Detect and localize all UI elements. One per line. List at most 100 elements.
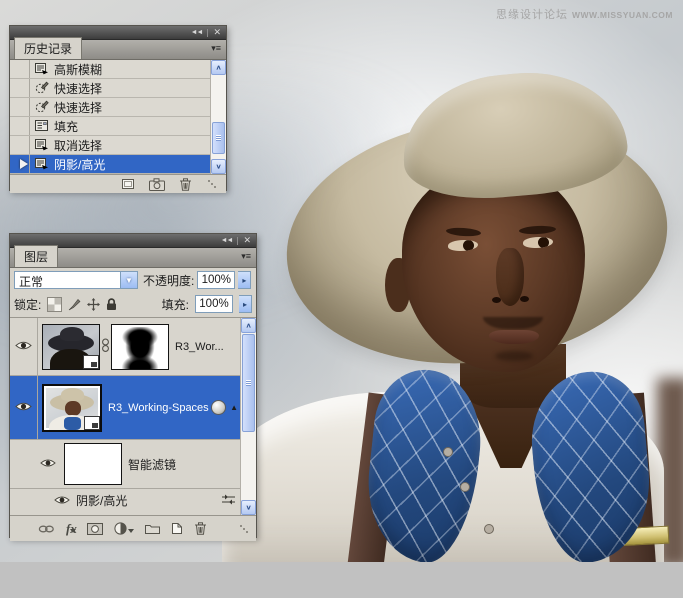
opacity-spin-icon[interactable]: ▸ — [238, 271, 252, 289]
history-brush-source-cell[interactable] — [10, 117, 30, 135]
adjustment-layer-icon[interactable] — [114, 521, 134, 536]
watermark-url: WWW.MISSYUAN.COM — [571, 10, 673, 20]
smart-filters-label[interactable]: 智能滤镜 — [128, 456, 176, 473]
panel-resize-grip[interactable] — [208, 180, 216, 188]
visibility-cell[interactable] — [10, 318, 38, 375]
history-state-row[interactable]: 取消选择 — [10, 136, 210, 155]
link-layers-icon[interactable] — [38, 524, 55, 534]
chevron-down-icon — [69, 529, 76, 536]
smart-filter-badge-icon[interactable] — [211, 400, 227, 415]
history-brush-source-cell[interactable] — [10, 60, 30, 78]
watermark-site: 思缘设计论坛 — [495, 9, 568, 21]
delete-state-trash-icon[interactable] — [179, 177, 192, 191]
history-state-label: 取消选择 — [54, 138, 103, 153]
eye-icon[interactable] — [40, 457, 56, 471]
history-state-row-selected[interactable]: 阴影/高光 — [10, 155, 210, 174]
collapse-icon[interactable]: ◄◄ — [221, 237, 234, 244]
pasteboard — [0, 562, 683, 598]
quick-select-icon — [30, 79, 54, 97]
blend-mode-select[interactable]: 正常 ▼ — [14, 271, 138, 289]
blend-mode-value: 正常 — [19, 275, 44, 289]
opacity-field[interactable]: 100% — [197, 271, 236, 289]
shirt-button — [443, 447, 453, 457]
history-state-row[interactable]: 填充 — [10, 117, 210, 136]
fill-field[interactable]: 100% — [195, 295, 233, 313]
new-document-from-state-icon[interactable] — [122, 178, 135, 190]
delete-layer-trash-icon[interactable] — [194, 522, 207, 535]
filter-blend-options-icon[interactable] — [221, 494, 236, 508]
history-state-row[interactable]: 快速选择 — [10, 79, 210, 98]
new-snapshot-camera-icon[interactable] — [149, 177, 165, 191]
opacity-label: 不透明度: — [143, 273, 195, 288]
close-icon[interactable]: ✕ — [243, 236, 251, 245]
history-scrollbar[interactable]: ∧ ∨ — [210, 60, 226, 174]
eye-icon[interactable] — [15, 401, 32, 415]
layers-bottom-bar: fx — [10, 515, 256, 541]
layer-name[interactable]: R3_Wor... — [175, 341, 224, 353]
dialog-state-icon — [30, 60, 54, 78]
new-layer-icon[interactable] — [171, 522, 183, 535]
blend-row: 正常 ▼ 不透明度: 100% ▸ — [10, 268, 256, 292]
layer-row-selected[interactable]: R3_Working-Spaces ▲ — [10, 376, 240, 440]
eye-icon[interactable] — [54, 494, 70, 508]
fill-spin-icon[interactable]: ▸ — [239, 295, 252, 313]
layer-style-fx-icon[interactable]: fx — [66, 521, 77, 536]
history-brush-source-cell[interactable] — [10, 136, 30, 154]
history-state-row[interactable]: 快速选择 — [10, 98, 210, 117]
scroll-up-icon[interactable]: ∧ — [211, 60, 226, 75]
scrollbar-grip — [216, 135, 221, 141]
add-layer-mask-icon[interactable] — [86, 522, 103, 535]
watermark: 思缘设计论坛 WWW.MISSYUAN.COM — [496, 6, 673, 22]
tab-layers[interactable]: 图层 — [14, 245, 59, 267]
filter-item-row[interactable]: 阴影/高光 — [10, 489, 240, 512]
dialog-state-icon — [30, 155, 54, 173]
eye-icon[interactable] — [15, 340, 32, 354]
chevron-down-icon[interactable]: ▼ — [120, 272, 137, 288]
panel-resize-grip[interactable] — [240, 524, 248, 533]
new-group-folder-icon[interactable] — [144, 523, 160, 534]
titlebar-divider — [207, 28, 209, 37]
filter-mask-thumbnail[interactable] — [64, 443, 122, 485]
history-brush-source-cell[interactable] — [10, 155, 30, 173]
current-state-pointer-icon[interactable] — [20, 159, 33, 169]
tab-history[interactable]: 历史记录 — [14, 37, 83, 59]
collapse-icon[interactable]: ◄◄ — [191, 29, 204, 36]
scroll-down-icon[interactable]: ∨ — [211, 159, 226, 174]
mask-link-icon[interactable] — [101, 338, 110, 356]
smart-object-badge-icon — [83, 354, 99, 369]
panel-menu-icon[interactable]: ▾≡ — [241, 252, 251, 261]
quick-select-icon — [30, 98, 54, 116]
layer-thumbnail[interactable] — [42, 383, 102, 432]
nostril-left — [492, 297, 501, 303]
layer-mask-thumbnail[interactable] — [111, 323, 169, 370]
filter-name[interactable]: 阴影/高光 — [76, 492, 221, 509]
history-tabrow: 历史记录 ▾≡ — [10, 37, 226, 60]
close-icon[interactable]: ✕ — [213, 28, 221, 37]
layers-scrollbar[interactable]: ∧ ∨ — [240, 318, 256, 515]
chevron-down-icon — [127, 529, 134, 536]
scroll-down-icon[interactable]: ∨ — [241, 500, 256, 515]
scrollbar-thumb[interactable] — [242, 334, 255, 432]
smart-filters-row[interactable]: 智能滤镜 — [10, 440, 240, 489]
lock-transparency-icon[interactable] — [47, 296, 63, 312]
scrollbar-thumb[interactable] — [212, 122, 225, 154]
panel-menu-icon[interactable]: ▾≡ — [211, 44, 221, 53]
history-brush-source-cell[interactable] — [10, 79, 30, 97]
fill-label: 填充: — [161, 297, 189, 312]
history-brush-source-cell[interactable] — [10, 98, 30, 116]
history-state-label: 填充 — [54, 119, 79, 134]
lock-paint-brush-icon[interactable] — [68, 298, 81, 311]
lock-position-move-icon[interactable] — [87, 297, 101, 311]
layer-name[interactable]: R3_Working-Spaces — [108, 402, 211, 414]
history-state-label: 快速选择 — [54, 81, 103, 96]
scroll-up-icon[interactable]: ∧ — [241, 318, 256, 333]
layer-row[interactable]: R3_Wor... — [10, 318, 240, 376]
smart-filter-expand-icon[interactable]: ▲ — [230, 403, 238, 412]
history-list: 高斯模糊 快速选择 快速选择 填充 取消选择 阴影/高光 ∧ ∨ — [10, 60, 226, 174]
shirt-button — [484, 524, 494, 534]
lock-all-icon[interactable] — [106, 297, 117, 311]
layers-panel: ◄◄ ✕ 图层 ▾≡ 正常 ▼ 不透明度: 100% ▸ 锁定: 填充: 100… — [9, 233, 257, 541]
visibility-cell[interactable] — [10, 376, 38, 439]
layer-thumbnail[interactable] — [42, 323, 100, 370]
history-state-row[interactable]: 高斯模糊 — [10, 60, 210, 79]
